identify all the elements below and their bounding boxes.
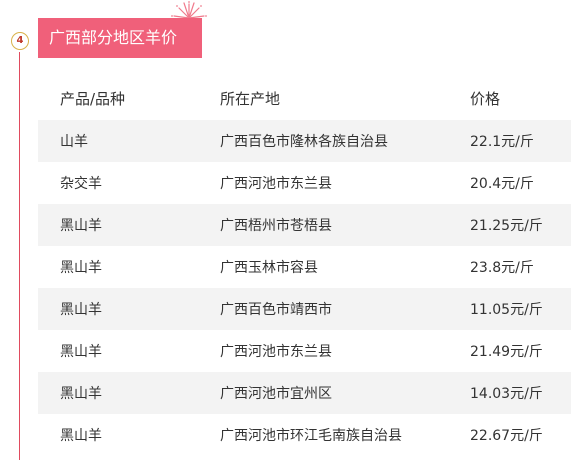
price-cell: 22.1元/斤 xyxy=(470,134,534,150)
table-row: 山羊 广西百色市隆林各族自治县 22.1元/斤 xyxy=(38,120,571,162)
table-header-row: 产品/品种 所在产地 价格 xyxy=(38,76,571,120)
table-row: 黑山羊 广西百色市靖西市 11.05元/斤 xyxy=(38,288,571,330)
table-row: 黑山羊 广西河池市东兰县 21.49元/斤 xyxy=(38,330,571,372)
price-cell: 20.4元/斤 xyxy=(470,176,534,192)
timeline-line xyxy=(19,52,20,460)
price-cell: 23.8元/斤 xyxy=(470,260,534,276)
table-row: 黑山羊 广西河池市宜州区 14.03元/斤 xyxy=(38,372,571,414)
price-table: 产品/品种 所在产地 价格 山羊 广西百色市隆林各族自治县 22.1元/斤 杂交… xyxy=(38,76,571,456)
product-cell: 黑山羊 xyxy=(60,344,102,360)
header-origin: 所在产地 xyxy=(220,89,281,108)
product-cell: 黑山羊 xyxy=(60,428,102,444)
table-row: 黑山羊 广西梧州市苍梧县 21.25元/斤 xyxy=(38,204,571,246)
table-row: 黑山羊 广西玉林市容县 23.8元/斤 xyxy=(38,246,571,288)
price-cell: 21.49元/斤 xyxy=(470,344,543,360)
table-row: 黑山羊 广西河池市环江毛南族自治县 22.67元/斤 xyxy=(38,414,571,456)
origin-cell: 广西河池市东兰县 xyxy=(220,176,332,192)
origin-cell: 广西河池市东兰县 xyxy=(220,344,332,360)
price-cell: 14.03元/斤 xyxy=(470,386,543,402)
product-cell: 黑山羊 xyxy=(60,260,102,276)
origin-cell: 广西百色市隆林各族自治县 xyxy=(220,134,388,150)
origin-cell: 广西百色市靖西市 xyxy=(220,302,332,318)
price-cell: 11.05元/斤 xyxy=(470,302,543,318)
price-cell: 21.25元/斤 xyxy=(470,218,543,234)
product-cell: 杂交羊 xyxy=(60,176,102,192)
price-cell: 22.67元/斤 xyxy=(470,428,543,444)
section-title: 广西部分地区羊价 xyxy=(38,18,202,58)
origin-cell: 广西玉林市容县 xyxy=(220,260,318,276)
origin-cell: 广西梧州市苍梧县 xyxy=(220,218,332,234)
product-cell: 黑山羊 xyxy=(60,386,102,402)
origin-cell: 广西河池市环江毛南族自治县 xyxy=(220,428,402,444)
product-cell: 山羊 xyxy=(60,134,88,150)
header-product: 产品/品种 xyxy=(60,89,126,108)
table-row: 杂交羊 广西河池市东兰县 20.4元/斤 xyxy=(38,162,571,204)
section-number-badge: 4 xyxy=(11,32,29,50)
origin-cell: 广西河池市宜州区 xyxy=(220,386,332,402)
header-price: 价格 xyxy=(470,89,501,108)
product-cell: 黑山羊 xyxy=(60,218,102,234)
product-cell: 黑山羊 xyxy=(60,302,102,318)
